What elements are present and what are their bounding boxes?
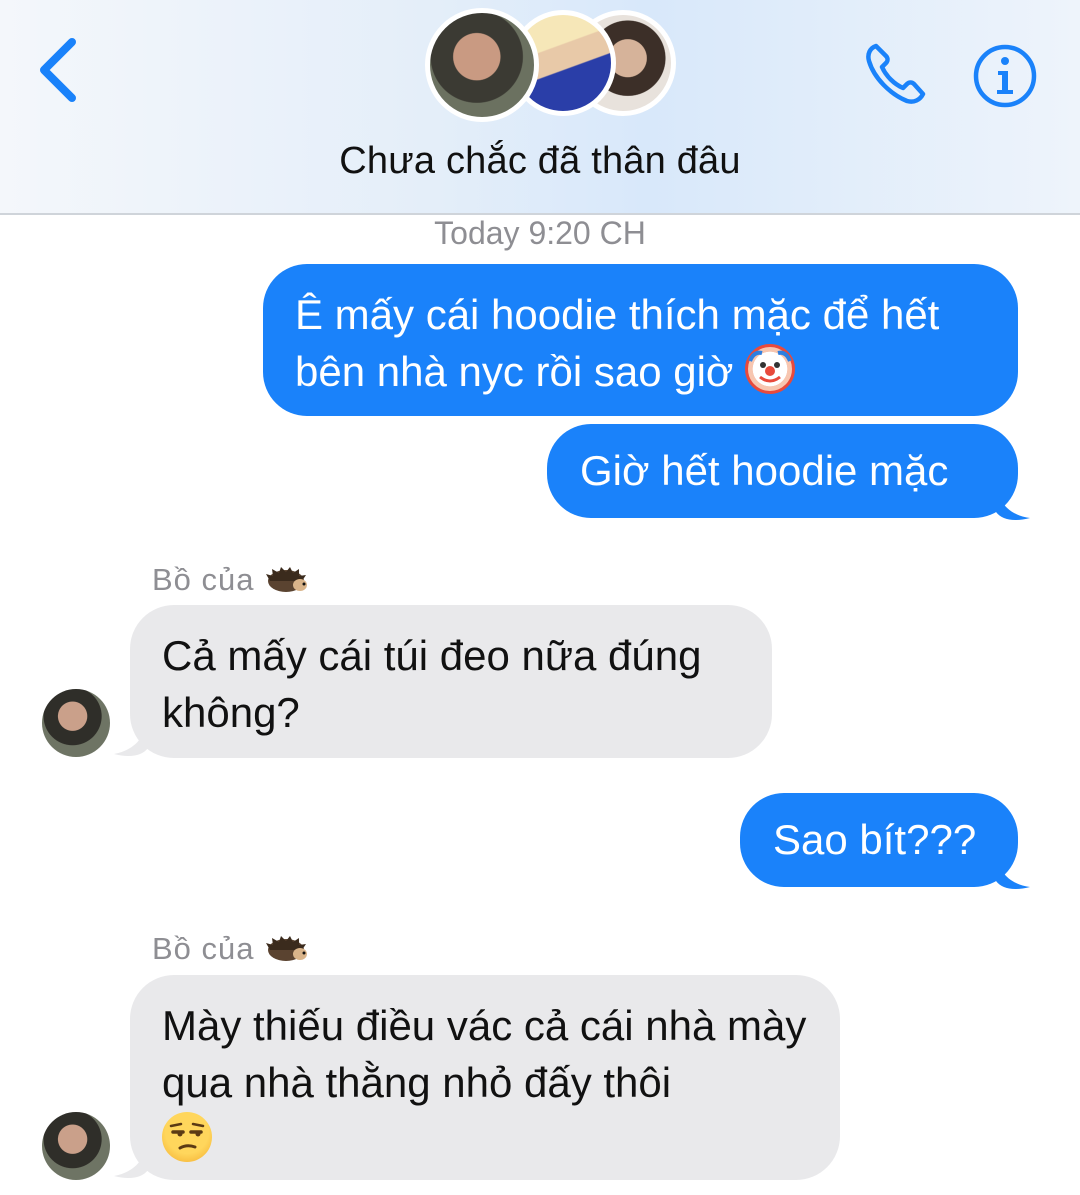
sender-name: Bồ của [152, 562, 308, 598]
sender-name: Bồ của [152, 931, 308, 967]
message-text: Giờ hết hoodie mặc [580, 447, 949, 494]
outgoing-message-bubble[interactable]: Giờ hết hoodie mặc [547, 424, 1018, 518]
message-text: Sao bít??? [773, 816, 977, 863]
unamused-face-icon [162, 1112, 212, 1162]
message-text: Ê mấy cái hoodie thích mặc để hết bên nh… [295, 291, 940, 395]
incoming-message-bubble[interactable]: Mày thiếu điều vác cả cái nhà mày qua nh… [130, 975, 840, 1180]
info-icon[interactable] [972, 43, 1038, 109]
sender-name-text: Bồ của [152, 931, 255, 966]
conversation-header: Chưa chắc đã thân đâu [0, 0, 1080, 215]
clown-face-icon [745, 344, 796, 394]
group-avatars[interactable] [425, 8, 676, 122]
phone-icon[interactable] [862, 38, 932, 108]
chevron-left-icon[interactable] [28, 30, 98, 110]
group-avatar [425, 8, 539, 122]
incoming-message-bubble[interactable]: Cả mấy cái túi đeo nữa đúng không? [130, 605, 772, 758]
bubble-tail [996, 851, 1030, 889]
outgoing-message-bubble[interactable]: Sao bít??? [740, 793, 1018, 887]
avatar[interactable] [42, 1112, 110, 1180]
message-text: Cả mấy cái túi đeo nữa đúng không? [162, 632, 702, 736]
avatar[interactable] [42, 689, 110, 757]
hedgehog-icon [266, 936, 308, 961]
hedgehog-icon [266, 567, 308, 592]
bubble-tail [996, 482, 1030, 520]
message-text: Mày thiếu điều vác cả cái nhà mày qua nh… [162, 1002, 807, 1106]
conversation-title[interactable]: Chưa chắc đã thân đâu [0, 140, 1080, 183]
sender-name-text: Bồ của [152, 562, 255, 597]
message-timestamp: Today 9:20 CH [434, 215, 646, 251]
outgoing-message-bubble[interactable]: Ê mấy cái hoodie thích mặc để hết bên nh… [263, 264, 1018, 416]
